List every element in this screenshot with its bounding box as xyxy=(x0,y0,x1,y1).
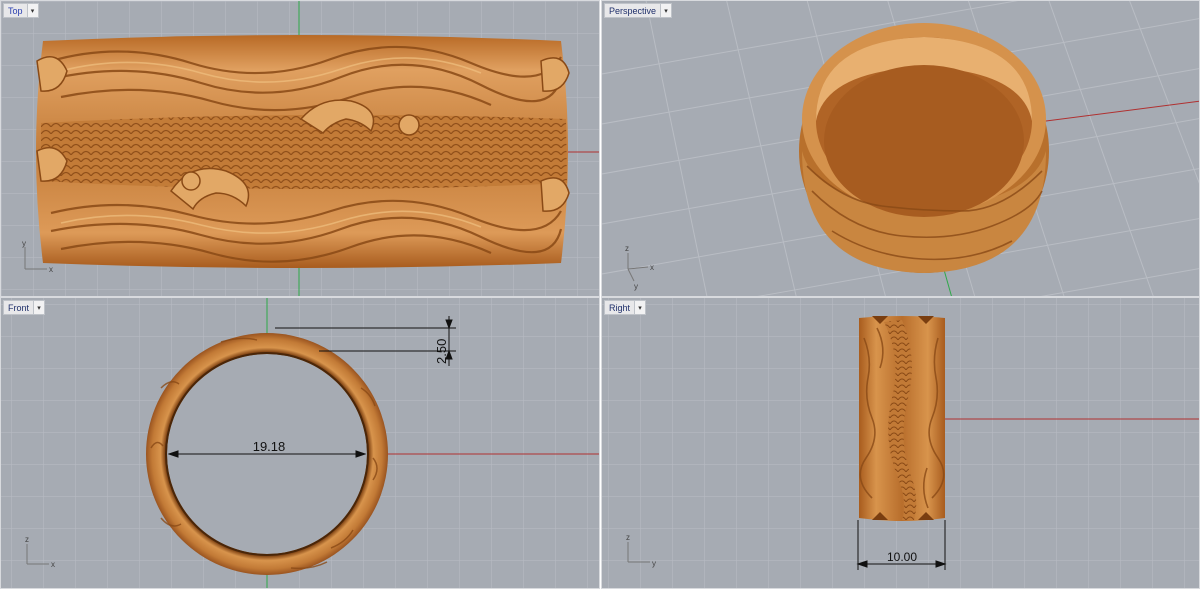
axis-widget-perspective xyxy=(627,253,649,282)
axis-label-y: y xyxy=(652,559,656,568)
top-canvas: x y xyxy=(1,1,599,296)
viewport-title-right[interactable]: Right ▾ xyxy=(604,300,647,315)
dimension-band-thickness-text: 2.50 xyxy=(434,339,449,364)
axis-label-z: z xyxy=(25,535,29,544)
ring-perspective-view[interactable] xyxy=(799,23,1049,273)
axis-label-y: y xyxy=(22,239,26,248)
viewport-menu-dropdown-icon[interactable]: ▾ xyxy=(635,300,647,315)
viewport-label: Right xyxy=(604,300,636,315)
right-canvas: 10.00 y z xyxy=(602,298,1199,588)
viewport-front[interactable]: Front ▾ 19.18 2.50 x z xyxy=(0,297,600,589)
viewport-title-front[interactable]: Front ▾ xyxy=(3,300,46,315)
viewport-menu-dropdown-icon[interactable]: ▾ xyxy=(27,3,39,18)
ring-top-view[interactable] xyxy=(36,35,570,268)
axis-label-x: x xyxy=(51,560,55,569)
viewport-title-perspective[interactable]: Perspective ▾ xyxy=(604,3,673,18)
axis-label-z: z xyxy=(625,244,629,253)
dimension-ring-width-text: 10.00 xyxy=(887,550,917,564)
viewport-right[interactable]: Right ▾ 10.00 y z xyxy=(601,297,1200,589)
viewport-menu-dropdown-icon[interactable]: ▾ xyxy=(34,300,46,315)
viewport-title-top[interactable]: Top ▾ xyxy=(3,3,39,18)
axis-label-z: z xyxy=(626,533,630,542)
axis-label-x: x xyxy=(49,265,53,274)
viewport-menu-dropdown-icon[interactable]: ▾ xyxy=(661,3,673,18)
viewport-label: Top xyxy=(3,3,28,18)
axis-label-x: x xyxy=(650,263,654,272)
viewport-label: Front xyxy=(3,300,35,315)
viewport-perspective[interactable]: Perspective ▾ x y z xyxy=(601,0,1200,297)
viewport-label: Perspective xyxy=(604,3,662,18)
dimension-inner-diameter-text: 19.18 xyxy=(253,439,286,454)
perspective-canvas: x y z xyxy=(602,1,1199,296)
axis-label-y: y xyxy=(634,282,638,291)
front-canvas: 19.18 2.50 x z xyxy=(1,298,599,588)
ring-right-view[interactable] xyxy=(859,316,945,521)
viewport-top[interactable]: Top ▾ x y xyxy=(0,0,600,297)
